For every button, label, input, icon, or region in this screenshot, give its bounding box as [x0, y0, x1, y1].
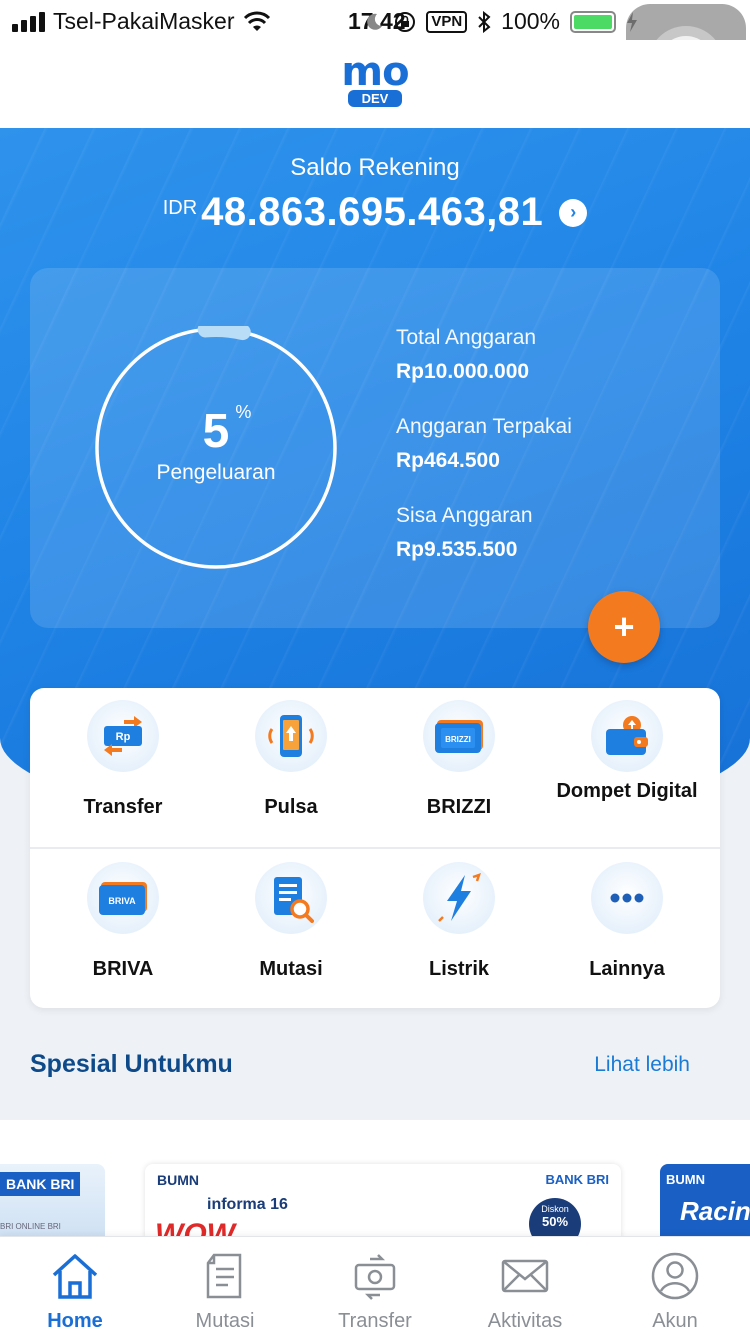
stat-value: Rp10.000.000 — [396, 360, 530, 383]
budget-stats: Total Anggaran Rp10.000.000 Anggaran Ter… — [396, 326, 572, 593]
app-logo: mo DEV — [340, 49, 410, 108]
env-badge: DEV — [347, 90, 403, 107]
balance-label: Saldo Rekening — [290, 154, 460, 181]
stat-value: Rp9.535.500 — [396, 538, 518, 561]
transfer-icon: Rp — [87, 700, 159, 772]
chevron-right-icon[interactable]: › — [559, 198, 588, 227]
svg-text:BRIVA: BRIVA — [108, 896, 136, 906]
mutasi-icon — [206, 1253, 242, 1299]
carrier-name: Tsel-PakaiMasker — [53, 8, 235, 34]
stat-used-budget: Anggaran Terpakai Rp464.500 — [396, 415, 572, 504]
menu-label: BRIZZI — [426, 796, 492, 818]
tab-aktivitas[interactable]: Aktivitas — [450, 1237, 600, 1334]
tab-label: Aktivitas — [487, 1310, 563, 1332]
menu-item-mutasi[interactable]: Mutasi — [206, 850, 376, 1008]
menu-label: Transfer — [83, 796, 163, 818]
stat-label: Anggaran Terpakai — [396, 415, 572, 438]
tab-mutasi[interactable]: Mutasi — [150, 1237, 300, 1334]
transfer-tab-icon — [354, 1254, 396, 1300]
banner-event: informa 16 — [207, 1196, 288, 1213]
menu-item-pulsa[interactable]: Pulsa — [206, 688, 376, 846]
see-more-link[interactable]: Lihat lebih — [594, 1053, 690, 1077]
bottom-tab-bar: Home Mutasi Transfer Aktivitas Akun — [0, 1236, 750, 1334]
tab-label: Mutasi — [195, 1310, 255, 1332]
stat-value: Rp464.500 — [396, 449, 500, 472]
bluetooth-icon — [478, 10, 491, 33]
bri-logo: BANK BRI — [545, 1172, 609, 1187]
budget-card[interactable]: 5% Pengeluaran Total Anggaran Rp10.000.0… — [30, 268, 720, 628]
menu-item-listrik[interactable]: Listrik — [374, 850, 544, 1008]
lightning-icon — [423, 862, 495, 934]
menu-item-brizzi[interactable]: BRIZZI BRIZZI — [374, 688, 544, 846]
balance-row[interactable]: IDR 48.863.695.463,81 › — [0, 190, 750, 235]
budget-ring: 5% Pengeluaran — [94, 326, 338, 570]
brizzi-card-icon: BRIZZI — [423, 700, 495, 772]
stat-remaining-budget: Sisa Anggaran Rp9.535.500 — [396, 504, 572, 593]
percent-symbol: % — [235, 402, 252, 422]
menu-label: Pulsa — [264, 796, 318, 818]
moon-icon — [367, 13, 383, 30]
ring-text: 5% Pengeluaran — [94, 402, 338, 485]
phone-icon — [255, 700, 327, 772]
menu-item-briva[interactable]: BRIVA BRIVA — [38, 850, 208, 1008]
spend-percent: 5% — [202, 402, 252, 458]
ring-label: Pengeluaran — [156, 461, 276, 484]
bumn-logo: BUMN — [666, 1172, 705, 1187]
status-left: Tsel-PakaiMasker — [12, 8, 271, 35]
envelope-icon — [501, 1259, 549, 1293]
svg-text:Rp: Rp — [116, 731, 131, 743]
battery-percent: 100% — [501, 8, 560, 34]
tab-label: Home — [47, 1310, 103, 1332]
balance-currency: IDR — [162, 197, 198, 219]
wifi-icon — [243, 11, 270, 31]
promo-header: Spesial Untukmu Lihat lebih — [30, 1050, 690, 1079]
tab-akun[interactable]: Akun — [600, 1237, 750, 1334]
tab-label: Transfer — [338, 1310, 412, 1332]
signal-icon — [12, 11, 45, 32]
discount-value: 50% — [541, 1214, 569, 1229]
svg-text:BRIZZI: BRIZZI — [445, 735, 471, 744]
stat-label: Sisa Anggaran — [396, 504, 533, 527]
add-budget-button[interactable]: + — [588, 591, 660, 663]
menu-label: Dompet Digital — [556, 780, 698, 802]
app-header: mo DEV — [0, 40, 750, 128]
logo-text: mo — [341, 49, 409, 95]
discount-label: Diskon — [541, 1204, 569, 1214]
account-icon — [651, 1252, 699, 1300]
stat-label: Total Anggaran — [396, 326, 537, 349]
menu-label: Mutasi — [259, 958, 323, 980]
menu-item-dompet-digital[interactable]: Dompet Digital — [542, 688, 712, 846]
banner-subtext: BRI ONLINE BRI — [0, 1222, 61, 1231]
promo-title: Spesial Untukmu — [30, 1050, 233, 1078]
status-right: VPN 100% — [364, 8, 638, 35]
menu-item-transfer[interactable]: Rp Transfer — [38, 688, 208, 846]
menu-item-lainnya[interactable]: Lainnya — [542, 850, 712, 1008]
wallet-icon — [591, 700, 663, 772]
tab-label: Akun — [652, 1310, 698, 1332]
document-search-icon — [255, 862, 327, 934]
promo-carousel[interactable]: BANK BRI BRI ONLINE BRI BUMN BANK BRI in… — [0, 1120, 750, 1250]
stat-total-budget: Total Anggaran Rp10.000.000 — [396, 326, 572, 415]
vpn-badge: VPN — [426, 10, 468, 33]
balance-amount: 48.863.695.463,81 — [201, 190, 544, 234]
menu-divider — [30, 847, 720, 849]
menu-label: Lainnya — [589, 958, 665, 980]
more-icon — [591, 862, 663, 934]
rotation-lock-icon — [395, 11, 416, 32]
battery-icon — [570, 10, 616, 33]
bumn-logo: BUMN — [157, 1172, 199, 1188]
banner-headline: Racin — [680, 1196, 750, 1226]
tab-transfer[interactable]: Transfer — [300, 1237, 450, 1334]
menu-card: Rp Transfer Pulsa BRIZZI BRIZZI Dompet D… — [30, 688, 720, 1008]
briva-card-icon: BRIVA — [87, 862, 159, 934]
bri-logo: BANK BRI — [0, 1172, 81, 1196]
menu-label: BRIVA — [92, 958, 154, 980]
tab-home[interactable]: Home — [0, 1237, 150, 1334]
menu-label: Listrik — [428, 958, 490, 980]
home-icon — [52, 1254, 98, 1299]
